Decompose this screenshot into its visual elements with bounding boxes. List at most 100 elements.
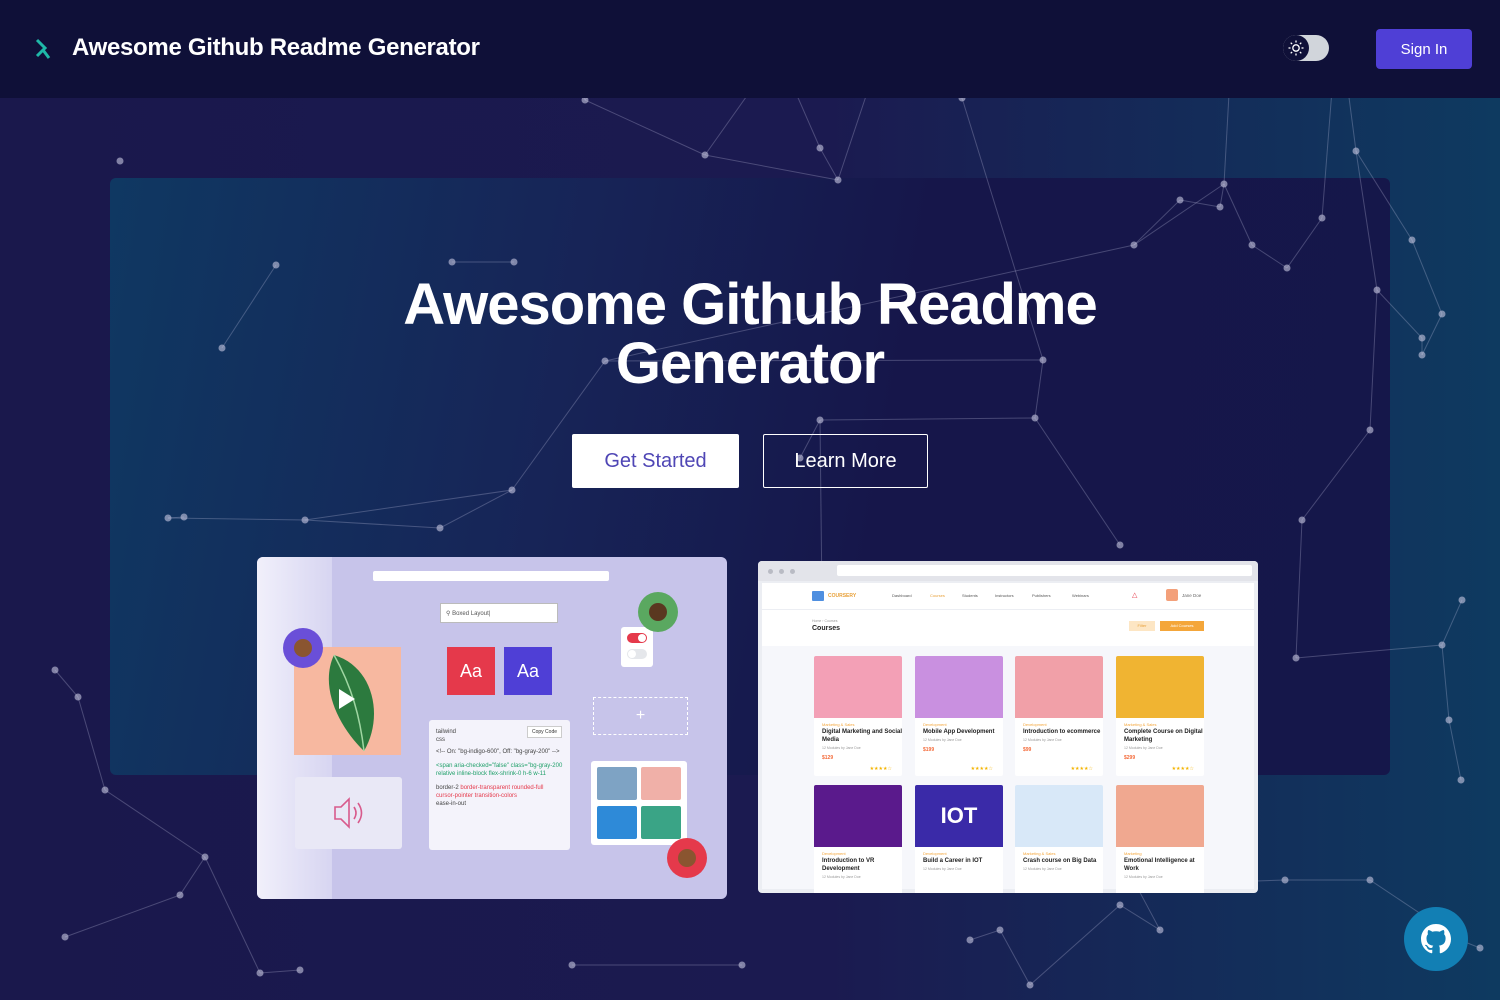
course-image [1015,656,1103,718]
network-node [1216,203,1224,211]
network-line [54,669,79,698]
network-node [1352,147,1360,155]
network-node [1458,596,1466,604]
github-button[interactable] [1404,907,1468,971]
course-title: Mobile App Development [923,729,995,735]
network-node [101,786,109,794]
copy-code-button: Copy Code [526,726,562,738]
network-node [1457,776,1465,784]
course-price: $129 [822,755,834,761]
course-image [1116,656,1204,718]
toggle-off [627,649,647,659]
logo-icon[interactable] [33,38,55,60]
dashboard-page: COURSERY Dashboard Courses Students Instruc… [762,583,1254,893]
dashboard-nav-item: Students [962,593,978,598]
network-line [1448,719,1462,781]
play-icon [339,689,355,709]
network-node [51,666,59,674]
bell-icon: △ [1132,592,1138,599]
sign-in-button[interactable]: Sign In [1376,29,1472,69]
network-node [1418,334,1426,342]
network-line [999,929,1031,986]
network-line [77,696,106,791]
network-line [1355,150,1413,241]
dashboard-nav: COURSERY Dashboard Courses Students Instruc… [762,583,1254,610]
audio-card [295,777,402,849]
photo-3 [597,806,637,839]
network-node [996,926,1004,934]
network-node [256,969,264,977]
network-line [1179,199,1221,208]
learn-more-button[interactable]: Learn More [763,434,928,488]
network-line [1295,519,1303,659]
preview-search-text: Boxed Layout| [452,611,491,617]
course-card: Marketing & Sales Digital Marketing and S… [814,656,902,776]
preview-search-field: ⚲ Boxed Layout| [440,603,558,623]
course-rating: ★★★★☆ [1070,766,1093,772]
course-price [1015,871,1103,876]
network-line [1411,239,1443,315]
theme-toggle[interactable] [1283,35,1329,61]
network-node [1281,876,1289,884]
photo-1 [597,767,637,800]
font-swatch-indigo: Aa [504,647,552,695]
network-node [1176,196,1184,204]
code-line-mixed: border-2 border-transparent rounded-full… [436,784,563,800]
course-image [1015,785,1103,847]
network-node [1283,264,1291,272]
course-title: Complete Course on Digital Marketing [1124,729,1203,743]
course-image [814,656,902,718]
course-category: Marketing & Sales [1023,851,1056,856]
course-category: Marketing & Sales [1124,722,1157,727]
network-node [966,936,974,944]
code-snippet-card: tailwind css Copy Code <!-- On: "bg-indi… [429,720,570,850]
network-line [1369,289,1378,431]
network-node [1373,286,1381,294]
network-node [1438,641,1446,649]
network-node [1438,310,1446,318]
course-rating: ★★★★☆ [869,766,892,772]
course-price: $199 [923,747,935,753]
network-node [508,486,516,494]
window-dot [790,569,795,574]
network-node [116,157,124,165]
network-node [1130,241,1138,249]
network-node [1116,901,1124,909]
github-icon [1421,924,1451,954]
photo-grid [591,761,687,845]
course-card: Development Introduction to ecommerce 12 M… [1015,656,1103,776]
network-node [834,176,842,184]
network-line [259,969,301,974]
brand-title[interactable]: Awesome Github Readme Generator [72,34,480,62]
add-courses-button: Add Courses [1160,621,1204,631]
network-node [180,513,188,521]
network-line [1421,313,1443,356]
network-line [1223,183,1253,246]
network-line [704,154,839,181]
hero-title-line1: Awesome Github Readme [403,272,1097,337]
course-title: Crash course on Big Data [1023,858,1097,864]
network-node [164,514,172,522]
network-line [304,489,513,521]
dashboard-nav-item: Instructors [995,593,1014,598]
course-price [814,879,902,884]
network-node [1476,944,1484,952]
get-started-button[interactable]: Get Started [572,434,739,488]
dashboard-nav-item: Publishers [1032,593,1051,598]
breadcrumb: Home › Courses [812,619,838,623]
network-line [1133,199,1181,246]
network-line [819,147,839,181]
network-node [448,258,456,266]
network-line [1034,417,1121,546]
window-dot [779,569,784,574]
course-image [1116,785,1204,847]
course-title: Introduction to VR Development [822,858,875,872]
preview-courses-dashboard: COURSERY Dashboard Courses Students Instruc… [758,561,1258,893]
network-node [201,853,209,861]
network-node [1366,876,1374,884]
coursery-logo-icon [812,591,824,601]
network-node [301,516,309,524]
toggle-on [627,633,647,643]
network-line [1133,183,1225,246]
browser-chrome [758,561,1258,581]
